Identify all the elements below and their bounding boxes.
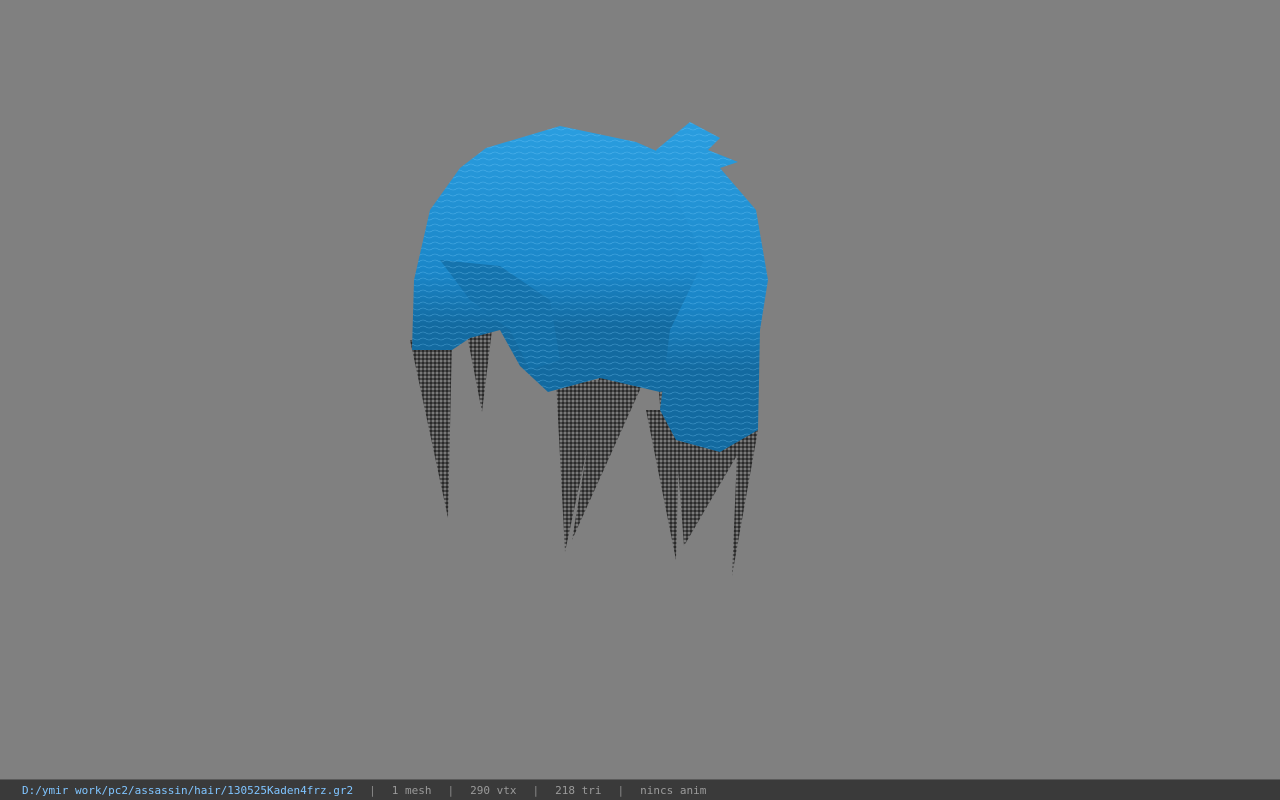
hair-model[interactable] (0, 0, 1280, 779)
triangle-count: 218 tri (555, 783, 602, 797)
separator: | (617, 783, 625, 797)
3d-viewport[interactable] (0, 0, 1280, 779)
separator: | (447, 783, 455, 797)
separator: | (532, 783, 540, 797)
file-path: D:/ymir work/pc2/assassin/hair/130525Kad… (22, 783, 354, 797)
mesh-count: 1 mesh (391, 783, 432, 797)
animation-status: nincs anim (640, 783, 707, 797)
vertex-count: 290 vtx (470, 783, 517, 797)
status-bar: D:/ymir work/pc2/assassin/hair/130525Kad… (0, 779, 1280, 800)
separator: | (369, 783, 376, 797)
